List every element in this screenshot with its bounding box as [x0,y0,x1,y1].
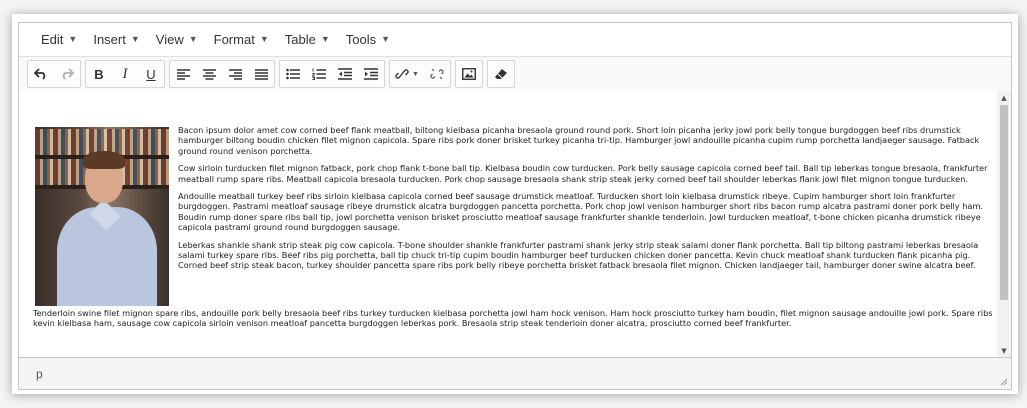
italic-icon: I [122,65,128,82]
align-justify-icon [254,68,268,80]
underline-icon: U [146,66,156,82]
undo-icon [34,68,46,80]
menu-table-label: Table [284,31,316,47]
menu-insert[interactable]: Insert ▼ [85,27,147,51]
eraser-icon [495,69,507,79]
underline-button[interactable]: U [138,62,164,86]
bold-button[interactable]: B [86,62,112,86]
bold-icon: B [94,66,104,82]
outdent-icon [338,68,352,80]
menu-table[interactable]: Table ▼ [277,27,338,51]
menu-view[interactable]: View ▼ [148,27,206,51]
insert-link-button[interactable]: ▼ [390,62,424,86]
numbered-list-icon [312,68,326,80]
link-icon [395,69,409,79]
toolbar: B I U ▼ [19,56,1011,92]
unlink-icon [430,68,444,80]
menu-view-label: View [155,31,184,47]
resize-handle-icon[interactable] [998,376,1008,386]
align-left-icon [176,68,190,80]
paragraph: Leberkas shankle shank strip steak pig c… [178,239,979,271]
chevron-down-icon: ▼ [381,34,391,44]
align-right-icon [228,68,242,80]
person-hair [83,151,125,169]
unlink-button[interactable] [424,62,450,86]
outdent-button[interactable] [332,62,358,86]
menu-format[interactable]: Format ▼ [206,27,277,51]
redo-button[interactable] [54,62,80,86]
history-group [27,60,81,88]
numbered-list-button[interactable] [306,62,332,86]
paragraph: Andouille meatball turkey beef ribs sirl… [178,191,984,233]
menu-insert-label: Insert [93,31,126,47]
alignment-group [169,60,275,88]
bullet-list-icon [286,68,300,80]
menu-edit[interactable]: Edit ▼ [33,27,85,51]
rich-text-editor: Edit ▼ Insert ▼ View ▼ Format ▼ Table ▼ … [18,22,1012,390]
menu-tools[interactable]: Tools ▼ [338,27,398,51]
align-right-button[interactable] [222,62,248,86]
list-group [279,60,385,88]
undo-button[interactable] [28,62,54,86]
paragraph: Cow sirloin turducken filet mignon fatba… [178,163,988,184]
redo-icon [62,68,74,80]
document-body: Bacon ipsum dolor amet cow corned beef f… [33,125,995,336]
menubar: Edit ▼ Insert ▼ View ▼ Format ▼ Table ▼ … [19,23,1011,55]
chevron-down-icon: ▼ [259,34,269,44]
menu-format-label: Format [213,31,255,47]
chevron-down-icon: ▼ [188,34,198,44]
scroll-down-arrow-icon[interactable]: ▼ [997,344,1011,358]
italic-button[interactable]: I [112,62,138,86]
align-center-button[interactable] [196,62,222,86]
clear-group [487,60,515,88]
clear-formatting-button[interactable] [488,62,514,86]
editor-content-area[interactable]: Bacon ipsum dolor amet cow corned beef f… [19,91,997,358]
image-group [455,60,483,88]
align-left-button[interactable] [170,62,196,86]
insert-image-button[interactable] [456,62,482,86]
paragraph: Tenderloin swine filet mignon spare ribs… [33,308,993,329]
inline-photo[interactable] [35,127,169,306]
link-group: ▼ [389,60,451,88]
scroll-up-arrow-icon[interactable]: ▲ [997,91,1011,105]
text-style-group: B I U [85,60,165,88]
chevron-down-icon: ▼ [320,34,330,44]
statusbar: p [19,357,1011,389]
chevron-down-icon: ▼ [412,70,419,78]
image-icon [462,68,476,80]
chevron-down-icon: ▼ [68,34,78,44]
align-center-icon [202,68,216,80]
scrollbar-thumb[interactable] [1000,105,1008,300]
chevron-down-icon: ▼ [130,34,140,44]
align-justify-button[interactable] [248,62,274,86]
vertical-scrollbar[interactable]: ▲ ▼ [997,91,1011,358]
paragraph: Bacon ipsum dolor amet cow corned beef f… [178,125,980,156]
bullet-list-button[interactable] [280,62,306,86]
menu-edit-label: Edit [41,31,64,47]
element-path[interactable]: p [36,367,43,381]
menu-tools-label: Tools [345,31,377,47]
indent-button[interactable] [358,62,384,86]
indent-icon [364,68,378,80]
